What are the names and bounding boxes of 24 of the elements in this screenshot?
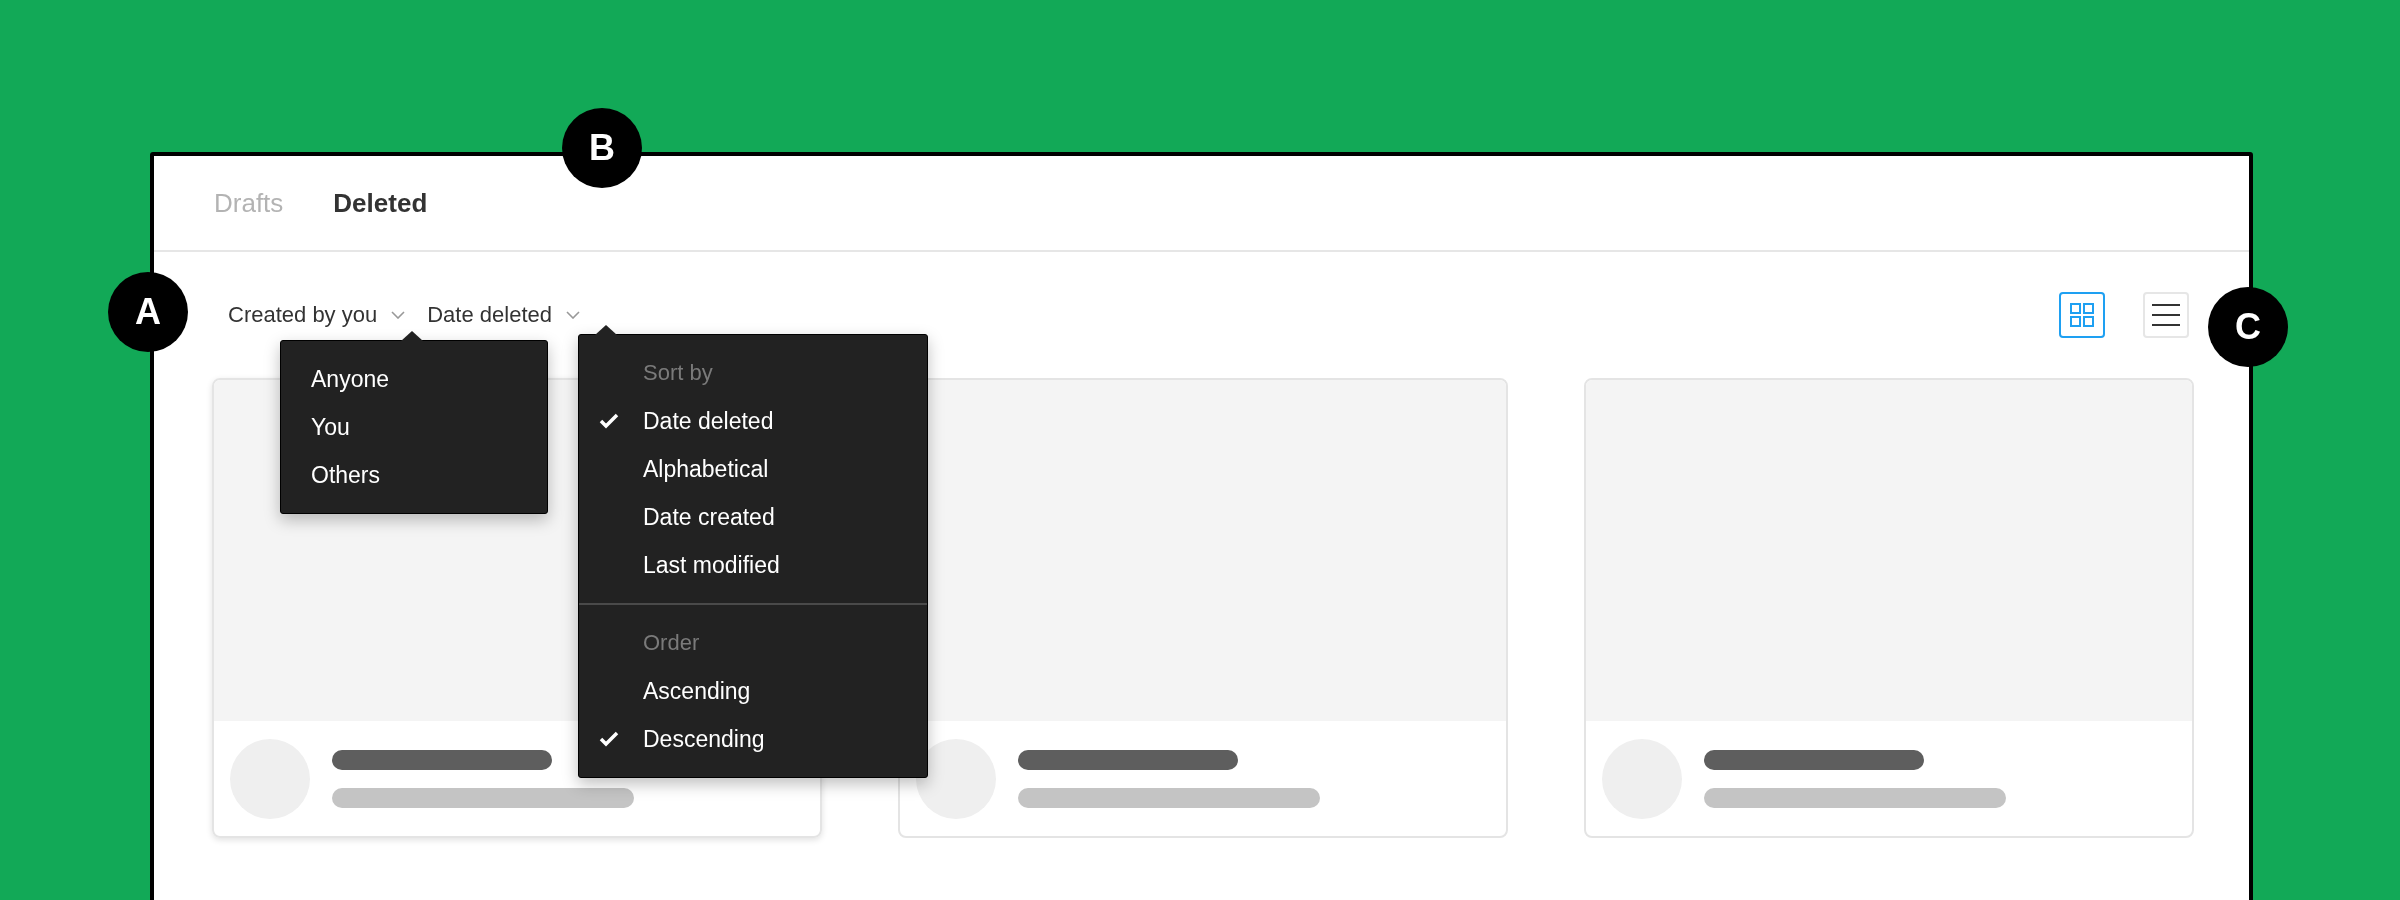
menu-item[interactable]: Alphabetical xyxy=(579,445,927,493)
menu-item[interactable]: Ascending xyxy=(579,667,927,715)
menu-item[interactable]: Date created xyxy=(579,493,927,541)
file-card[interactable] xyxy=(898,378,1508,838)
filter-dropdown[interactable]: Date deleted xyxy=(427,302,580,328)
list-icon xyxy=(2151,303,2181,327)
chevron-down-icon xyxy=(391,311,406,319)
tab[interactable]: Deleted xyxy=(333,187,428,219)
callout-badge: C xyxy=(2208,287,2288,367)
menu-heading: Order xyxy=(642,629,701,657)
menu-item[interactable]: Date deleted xyxy=(579,397,927,445)
menu-item[interactable]: You xyxy=(281,403,547,451)
list-view-button[interactable] xyxy=(2143,292,2189,338)
menu-item[interactable]: Last modified xyxy=(579,541,927,589)
filter-dropdown[interactable]: Created by you xyxy=(228,302,406,328)
menu-heading: Sort by xyxy=(642,359,714,387)
menu-item[interactable]: Others xyxy=(281,451,547,499)
callout-badge: A xyxy=(108,272,188,352)
grid-view-button[interactable] xyxy=(2059,292,2105,338)
callout-badge: B xyxy=(562,108,642,188)
menu-item[interactable]: Anyone xyxy=(281,355,547,403)
chevron-down-icon xyxy=(565,311,580,319)
menu-item[interactable]: Descending xyxy=(579,715,927,763)
grid-icon xyxy=(2070,303,2094,327)
